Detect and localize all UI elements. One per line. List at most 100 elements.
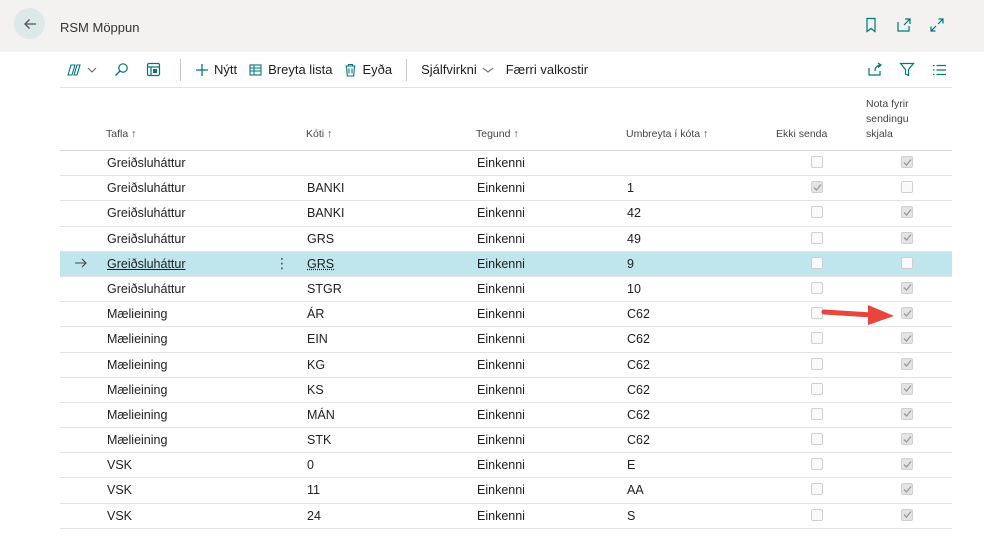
nota-fyrir-sendingu-checkbox[interactable] <box>901 332 913 345</box>
cell-tafla[interactable]: Mælieining <box>107 332 167 346</box>
cell-umbreyta[interactable]: C62 <box>627 307 650 321</box>
share-button[interactable] <box>866 61 884 79</box>
column-header-nota[interactable]: Nota fyrir sendingu skjala <box>866 97 909 142</box>
cell-umbreyta[interactable]: E <box>627 458 635 472</box>
table-row[interactable]: VSK 24 Einkenni S <box>60 504 952 529</box>
cell-koti[interactable]: BANKI <box>307 181 345 195</box>
cell-tafla[interactable]: Greiðsluháttur <box>107 156 186 170</box>
nota-fyrir-sendingu-checkbox[interactable] <box>901 307 913 320</box>
cell-umbreyta[interactable]: C62 <box>627 383 650 397</box>
cell-tafla[interactable]: VSK <box>107 509 132 523</box>
edit-list-button[interactable]: Breyta lista <box>243 56 338 84</box>
cell-tegund[interactable]: Einkenni <box>477 458 525 472</box>
table-row[interactable]: Mælieining STK Einkenni C62 <box>60 428 952 454</box>
cell-tegund[interactable]: Einkenni <box>477 483 525 497</box>
search-button[interactable] <box>108 56 140 84</box>
cell-tegund[interactable]: Einkenni <box>477 181 525 195</box>
ekki-senda-checkbox[interactable] <box>811 156 823 168</box>
nota-fyrir-sendingu-checkbox[interactable] <box>901 407 913 420</box>
view-button[interactable] <box>140 56 172 84</box>
ekki-senda-checkbox[interactable] <box>811 332 823 345</box>
column-header-tegund[interactable]: Tegund ↑ <box>476 127 519 142</box>
cell-koti[interactable]: GRS <box>307 232 334 246</box>
cell-tafla[interactable]: Greiðsluháttur <box>107 181 186 195</box>
ekki-senda-checkbox[interactable] <box>811 181 823 194</box>
cell-tegund[interactable]: Einkenni <box>477 232 525 246</box>
cell-tafla[interactable]: Greiðsluháttur <box>107 232 186 246</box>
cell-koti[interactable]: STGR <box>307 282 342 296</box>
table-row-selected[interactable]: Greiðsluháttur ⋮ GRS Einkenni 9 <box>60 251 952 277</box>
table-row[interactable]: Greiðsluháttur Einkenni <box>60 151 952 177</box>
bookmark-button[interactable] <box>862 16 880 34</box>
table-row[interactable]: Greiðsluháttur BANKI Einkenni 42 <box>60 201 952 227</box>
cell-tegund[interactable]: Einkenni <box>477 206 525 220</box>
nota-fyrir-sendingu-checkbox[interactable] <box>901 156 913 168</box>
column-header-ekki-senda[interactable]: Ekki senda <box>776 127 827 142</box>
cell-tafla[interactable]: Mælieining <box>107 433 167 447</box>
cell-tafla[interactable]: Mælieining <box>107 307 167 321</box>
cell-tegund[interactable]: Einkenni <box>477 433 525 447</box>
ekki-senda-checkbox[interactable] <box>811 281 823 294</box>
cell-koti[interactable]: 24 <box>307 509 321 523</box>
ekki-senda-checkbox[interactable] <box>811 483 823 496</box>
cell-tegund[interactable]: Einkenni <box>477 257 525 271</box>
new-button[interactable]: Nýtt <box>189 56 243 84</box>
table-row[interactable]: VSK 11 Einkenni AA <box>60 478 952 504</box>
column-header-umbreyta[interactable]: Umbreyta í kóta ↑ <box>626 127 708 142</box>
cell-umbreyta[interactable]: S <box>627 509 635 523</box>
ekki-senda-checkbox[interactable] <box>811 508 823 521</box>
cell-tegund[interactable]: Einkenni <box>477 307 525 321</box>
ekki-senda-checkbox[interactable] <box>811 407 823 420</box>
back-button[interactable] <box>14 8 45 39</box>
nota-fyrir-sendingu-checkbox[interactable] <box>901 458 913 471</box>
nota-fyrir-sendingu-checkbox[interactable] <box>901 433 913 446</box>
cell-koti[interactable]: 11 <box>307 483 320 497</box>
cell-koti[interactable]: 0 <box>307 458 314 472</box>
delete-button[interactable]: Eyða <box>338 56 398 84</box>
expand-button[interactable] <box>928 16 946 34</box>
cell-tafla[interactable]: Greiðsluháttur <box>107 257 186 271</box>
cell-tafla[interactable]: Greiðsluháttur <box>107 282 186 296</box>
cell-tafla[interactable]: VSK <box>107 483 132 497</box>
cell-koti[interactable]: STK <box>307 433 331 447</box>
nota-fyrir-sendingu-checkbox[interactable] <box>901 483 913 496</box>
nota-fyrir-sendingu-checkbox[interactable] <box>901 357 913 370</box>
table-row[interactable]: Greiðsluháttur BANKI Einkenni 1 <box>60 176 952 202</box>
ekki-senda-checkbox[interactable] <box>811 357 823 370</box>
cell-tegund[interactable]: Einkenni <box>477 332 525 346</box>
table-row[interactable]: Mælieining EIN Einkenni C62 <box>60 327 952 353</box>
table-row[interactable]: VSK 0 Einkenni E <box>60 453 952 479</box>
cell-umbreyta[interactable]: C62 <box>627 358 650 372</box>
cell-koti[interactable]: ÁR <box>307 307 324 321</box>
cell-tegund[interactable]: Einkenni <box>477 282 525 296</box>
ekki-senda-checkbox[interactable] <box>811 458 823 471</box>
table-row[interactable]: Mælieining MÁN Einkenni C62 <box>60 403 952 429</box>
table-row[interactable]: Mælieining KS Einkenni C62 <box>60 378 952 403</box>
column-header-koti[interactable]: Kóti ↑ <box>306 127 332 142</box>
cell-koti[interactable]: KS <box>307 383 324 397</box>
automate-menu[interactable]: Sjálfvirkni <box>415 56 500 84</box>
column-header-tafla[interactable]: Tafla ↑ <box>106 127 136 142</box>
cell-tafla[interactable]: Mælieining <box>107 408 167 422</box>
analysis-mode-button[interactable] <box>60 56 108 84</box>
filter-button[interactable] <box>898 61 916 79</box>
fewer-options-button[interactable]: Færri valkostir <box>500 56 594 84</box>
cell-tegund[interactable]: Einkenni <box>477 509 525 523</box>
cell-umbreyta[interactable]: 42 <box>627 206 641 220</box>
nota-fyrir-sendingu-checkbox[interactable] <box>901 206 913 219</box>
cell-tafla[interactable]: Greiðsluháttur <box>107 206 186 220</box>
open-new-window-button[interactable] <box>895 16 913 34</box>
ekki-senda-checkbox[interactable] <box>811 433 823 446</box>
cell-koti[interactable]: BANKI <box>307 206 345 220</box>
cell-tegund[interactable]: Einkenni <box>477 408 525 422</box>
row-actions-menu-icon[interactable]: ⋮ <box>275 255 289 272</box>
cell-koti[interactable]: MÁN <box>307 408 335 422</box>
cell-tegund[interactable]: Einkenni <box>477 156 525 170</box>
cell-umbreyta[interactable]: C62 <box>627 332 650 346</box>
cell-koti[interactable]: GRS <box>307 257 334 271</box>
cell-tafla[interactable]: VSK <box>107 458 132 472</box>
cell-umbreyta[interactable]: 49 <box>627 232 641 246</box>
cell-koti[interactable]: KG <box>307 358 325 372</box>
cell-umbreyta[interactable]: C62 <box>627 433 650 447</box>
ekki-senda-checkbox[interactable] <box>811 256 823 269</box>
